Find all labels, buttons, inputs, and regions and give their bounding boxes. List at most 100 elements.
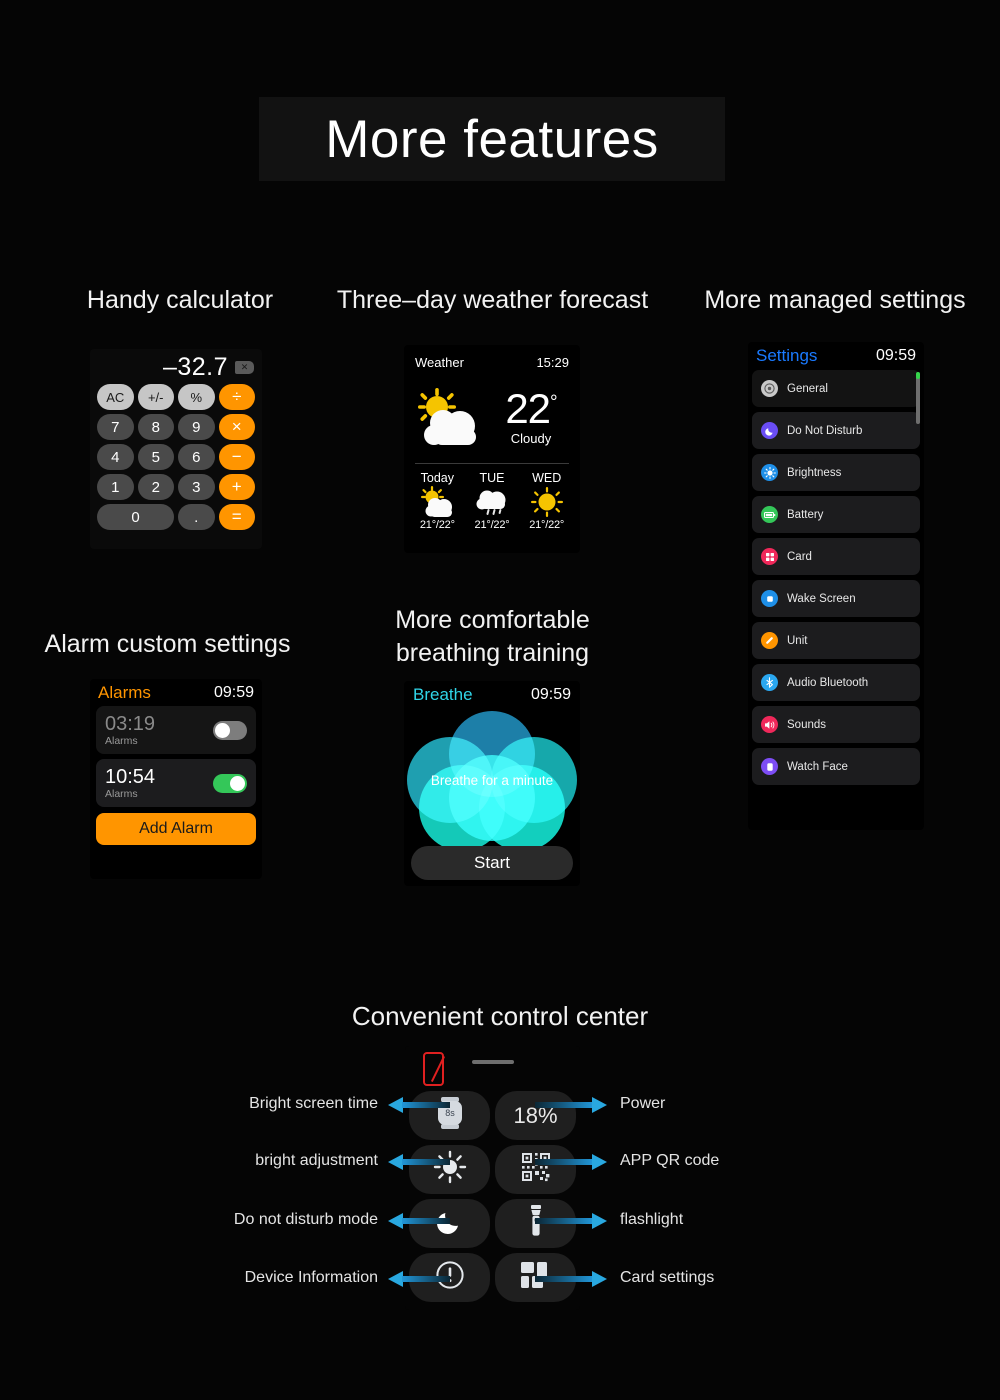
arrow-right-icon [535,1271,607,1287]
gear-icon [761,380,778,397]
sidebar-item-general[interactable]: General [752,370,920,407]
calc-key-ac[interactable]: AC [97,384,134,410]
scrollbar[interactable] [916,374,920,424]
ruler-icon [761,632,778,649]
forecast-day-temps: 21°/22° [529,519,565,531]
weather-forecast-list: Today 21°/22° TUE 21°/22° WED 21°/22° [410,471,574,531]
sidebar-item-label: Sounds [787,718,827,731]
calc-key-2[interactable]: 2 [137,474,174,500]
calc-key-4[interactable]: 4 [97,444,134,470]
breathe-widget: Breathe 09:59 Breathe for a minute Start [404,681,580,886]
scrollbar-indicator [916,372,920,379]
page-title: More features [325,109,659,169]
sidebar-item-label: Do Not Disturb [787,424,863,437]
cc-label-bright-adjustment: bright adjustment [255,1152,378,1169]
sun-icon [761,464,778,481]
alarm-row-2[interactable]: 10:54 Alarms [96,759,256,807]
sun-behind-cloud-icon [404,387,488,449]
cc-label-bright-screen-time: Bright screen time [249,1095,378,1112]
add-alarm-button[interactable]: Add Alarm [96,813,256,845]
alarms-time: 09:59 [213,684,254,701]
alarm-toggle-on[interactable] [213,773,247,793]
calc-key-5[interactable]: 5 [137,444,174,470]
weather-widget: Weather 15:29 22° Cloudy Today 21°/22° T… [404,345,580,553]
calculator-display: –32.7 ✕ [163,352,254,382]
calculator-keypad: AC +/- % ÷ 7 8 9 × 4 5 6 − 1 2 3 + 0 . = [97,384,255,530]
alarm-subtitle: Alarms [105,734,138,747]
sidebar-item-brightness[interactable]: Brightness [752,454,920,491]
settings-title: Settings [756,346,818,365]
heading-control-center: Convenient control center [351,1001,649,1031]
square-icon [761,590,778,607]
sun-behind-cloud-icon [410,485,465,519]
breathe-header: Breathe 09:59 [413,685,571,705]
settings-widget: Settings 09:59 General Do Not Disturb Br… [748,342,924,830]
heading-breathe-line1: More comfortable [395,606,590,634]
cc-label-card-settings: Card settings [620,1269,715,1286]
sidebar-item-label: Wake Screen [787,592,856,605]
weather-time: 15:29 [536,354,569,370]
forecast-day-tue: TUE 21°/22° [465,471,520,531]
sidebar-item-audio-bluetooth[interactable]: Audio Bluetooth [752,664,920,701]
sidebar-item-watch-face[interactable]: Watch Face [752,748,920,785]
drag-handle[interactable] [471,1060,514,1064]
alarms-header: Alarms 09:59 [98,683,254,703]
calc-key-0[interactable]: 0 [97,504,174,530]
heading-calculator: Handy calculator [86,286,274,314]
calc-key-6[interactable]: 6 [178,444,215,470]
sidebar-item-battery[interactable]: Battery [752,496,920,533]
heading-weather: Three–day weather forecast [336,286,649,314]
calc-key-3[interactable]: 3 [178,474,215,500]
sidebar-item-card[interactable]: Card [752,538,920,575]
alarm-toggle-off[interactable] [213,720,247,740]
alarms-title: Alarms [98,683,151,702]
battery-empty-icon [423,1052,444,1086]
forecast-day-today: Today 21°/22° [410,471,465,531]
calc-key-9[interactable]: 9 [178,414,215,440]
start-button[interactable]: Start [411,846,573,880]
calc-key-8[interactable]: 8 [137,414,174,440]
arrow-right-icon [535,1213,607,1229]
calc-key-sign[interactable]: +/- [137,384,174,410]
watchface-icon [761,758,778,775]
calc-key-percent[interactable]: % [178,384,215,410]
alarm-info: 03:19 Alarms [105,712,213,747]
arrow-left-icon [388,1213,450,1229]
calc-key-minus[interactable]: − [218,444,255,470]
sidebar-item-label: Audio Bluetooth [787,676,869,689]
arrow-right-icon [535,1154,607,1170]
calc-key-multiply[interactable]: × [218,414,255,440]
sidebar-item-do-not-disturb[interactable]: Do Not Disturb [752,412,920,449]
calc-key-7[interactable]: 7 [97,414,134,440]
cc-label-do-not-disturb: Do not disturb mode [233,1211,378,1228]
heading-settings: More managed settings [704,286,966,314]
toggle-knob [215,722,230,738]
weather-header: Weather 15:29 [415,354,569,370]
forecast-day-wed: WED 21°/22° [519,471,574,531]
alarm-row-1[interactable]: 03:19 Alarms [96,706,256,754]
breathe-title: Breathe [413,685,473,704]
weather-current: 22° Cloudy [404,375,580,460]
alarms-widget: Alarms 09:59 03:19 Alarms 10:54 Alarms A… [90,679,262,879]
weather-temperature-value: 22 [505,385,551,433]
backspace-icon[interactable]: ✕ [235,360,254,374]
calc-key-decimal[interactable]: . [178,504,215,530]
arrow-left-icon [388,1154,450,1170]
cc-label-flashlight: flashlight [620,1211,684,1228]
sidebar-item-unit[interactable]: Unit [752,622,920,659]
calc-key-divide[interactable]: ÷ [218,384,255,410]
sidebar-item-sounds[interactable]: Sounds [752,706,920,743]
alarm-time: 03:19 [105,712,156,735]
calc-key-plus[interactable]: + [218,474,255,500]
heading-alarms: Alarm custom settings [44,630,291,658]
calculator-widget: –32.7 ✕ AC +/- % ÷ 7 8 9 × 4 5 6 − 1 2 3… [90,349,262,549]
sidebar-item-label: General [787,382,828,395]
moon-icon [761,422,778,439]
calc-key-1[interactable]: 1 [97,474,134,500]
sidebar-item-wake-screen[interactable]: Wake Screen [752,580,920,617]
sidebar-item-label: Battery [787,508,824,521]
calc-key-equals[interactable]: = [218,504,255,530]
sidebar-item-label: Card [787,550,812,563]
grid-icon [761,548,778,565]
weather-temperature: 22° [488,388,574,430]
